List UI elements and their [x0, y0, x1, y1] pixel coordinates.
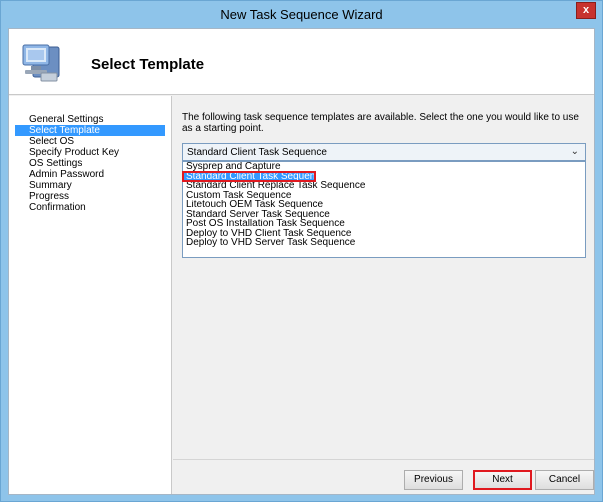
template-option[interactable]: Deploy to VHD Server Task Sequence [183, 238, 585, 248]
template-option[interactable]: Standard Server Task Sequence [183, 210, 585, 220]
nav-step-specify-product-key[interactable]: Specify Product Key [15, 147, 165, 158]
nav-step-general-settings[interactable]: General Settings [15, 114, 165, 125]
close-button[interactable]: x [576, 2, 596, 19]
nav-step-select-os[interactable]: Select OS [15, 136, 165, 147]
template-dropdown-list: Sysprep and Capture Standard Client Task … [182, 161, 586, 258]
chevron-down-icon[interactable]: ⌄ [571, 146, 579, 157]
nav-step-confirmation[interactable]: Confirmation [15, 202, 165, 213]
previous-button[interactable]: Previous [404, 470, 463, 490]
page-title: Select Template [91, 56, 205, 73]
next-button[interactable]: Next [473, 470, 532, 490]
footer-divider [173, 459, 594, 460]
window-title: New Task Sequence Wizard [220, 7, 383, 22]
template-option[interactable]: Deploy to VHD Client Task Sequence [183, 229, 585, 239]
nav-step-admin-password[interactable]: Admin Password [15, 169, 165, 180]
title-bar[interactable]: New Task Sequence Wizard x [1, 1, 602, 28]
wizard-window: New Task Sequence Wizard x Select Templa… [0, 0, 603, 502]
nav-step-progress[interactable]: Progress [15, 191, 165, 202]
template-option[interactable]: Custom Task Sequence [183, 191, 585, 201]
instructions-text: The following task sequence templates ar… [182, 112, 579, 134]
template-option[interactable]: Litetouch OEM Task Sequence [183, 200, 585, 210]
template-option[interactable]: Standard Client Replace Task Sequence [183, 181, 585, 191]
nav-step-summary[interactable]: Summary [15, 180, 165, 191]
template-option[interactable]: Standard Client Task Sequence [182, 170, 316, 182]
cancel-button[interactable]: Cancel [535, 470, 594, 490]
wizard-steps-panel: General Settings Select Template Select OS… [9, 96, 172, 494]
wizard-header: Select Template [9, 29, 594, 95]
template-option[interactable]: Sysprep and Capture [183, 162, 585, 172]
wizard-steps-list: General Settings Select Template Select OS… [9, 114, 171, 213]
template-option[interactable]: Post OS Installation Task Sequence [183, 219, 585, 229]
template-select[interactable]: Standard Client Task Sequence ⌄ [182, 143, 586, 161]
template-select-value: Standard Client Task Sequence [187, 147, 327, 158]
wizard-client-area: Select Template General Settings Select T… [8, 28, 595, 495]
wizard-content: The following task sequence templates ar… [173, 96, 594, 494]
computer-wizard-icon [22, 44, 60, 82]
nav-step-os-settings[interactable]: OS Settings [15, 158, 165, 169]
nav-step-select-template[interactable]: Select Template [15, 125, 165, 136]
